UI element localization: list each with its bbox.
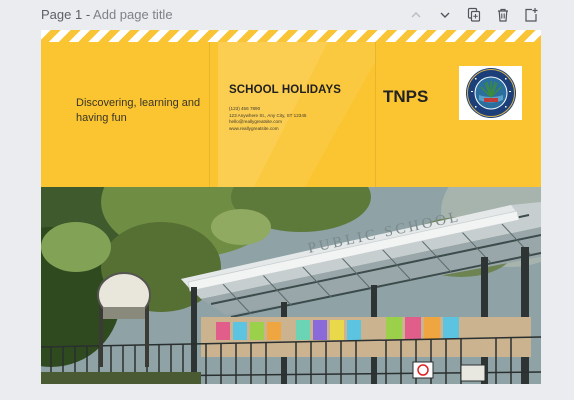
design-canvas[interactable]: Discovering, learning and having fun SCH… <box>41 30 541 384</box>
add-page-icon[interactable] <box>520 4 542 26</box>
tagline-text[interactable]: Discovering, learning and having fun <box>76 96 206 126</box>
contact-email: hello@reallygreatsite.com <box>229 119 282 125</box>
delete-page-icon[interactable] <box>492 4 514 26</box>
school-entrance-image: PUBLIC SCHOOL <box>41 187 541 384</box>
contact-website: www.reallygreatsite.com <box>229 125 279 131</box>
school-crest-icon <box>465 68 516 118</box>
page-title-input[interactable]: Add page title <box>93 7 173 22</box>
chevron-down-icon[interactable] <box>434 4 456 26</box>
page-header: Page 1 - Add page title <box>0 0 574 30</box>
page-title[interactable]: Page 1 - Add page title <box>41 7 173 22</box>
contact-details[interactable]: (123) 456 7890 123 Anywhere St., Any Cit… <box>229 106 306 132</box>
school-photo[interactable]: PUBLIC SCHOOL <box>41 187 541 384</box>
contact-address: 123 Anywhere St., Any City, ST 12345 <box>229 112 307 118</box>
school-logo[interactable] <box>459 66 522 120</box>
contact-phone: (123) 456 7890 <box>229 106 261 111</box>
striped-border <box>41 30 541 42</box>
school-holidays-heading[interactable]: SCHOOL HOLIDAYS <box>229 84 341 96</box>
brand-text[interactable]: TNPS <box>383 87 428 107</box>
chevron-up-icon[interactable] <box>405 4 427 26</box>
panel-divider <box>209 42 210 187</box>
duplicate-page-icon[interactable] <box>463 4 485 26</box>
panel-divider <box>375 42 376 187</box>
page-title-separator: - <box>82 7 94 22</box>
page-number: Page 1 <box>41 7 83 22</box>
